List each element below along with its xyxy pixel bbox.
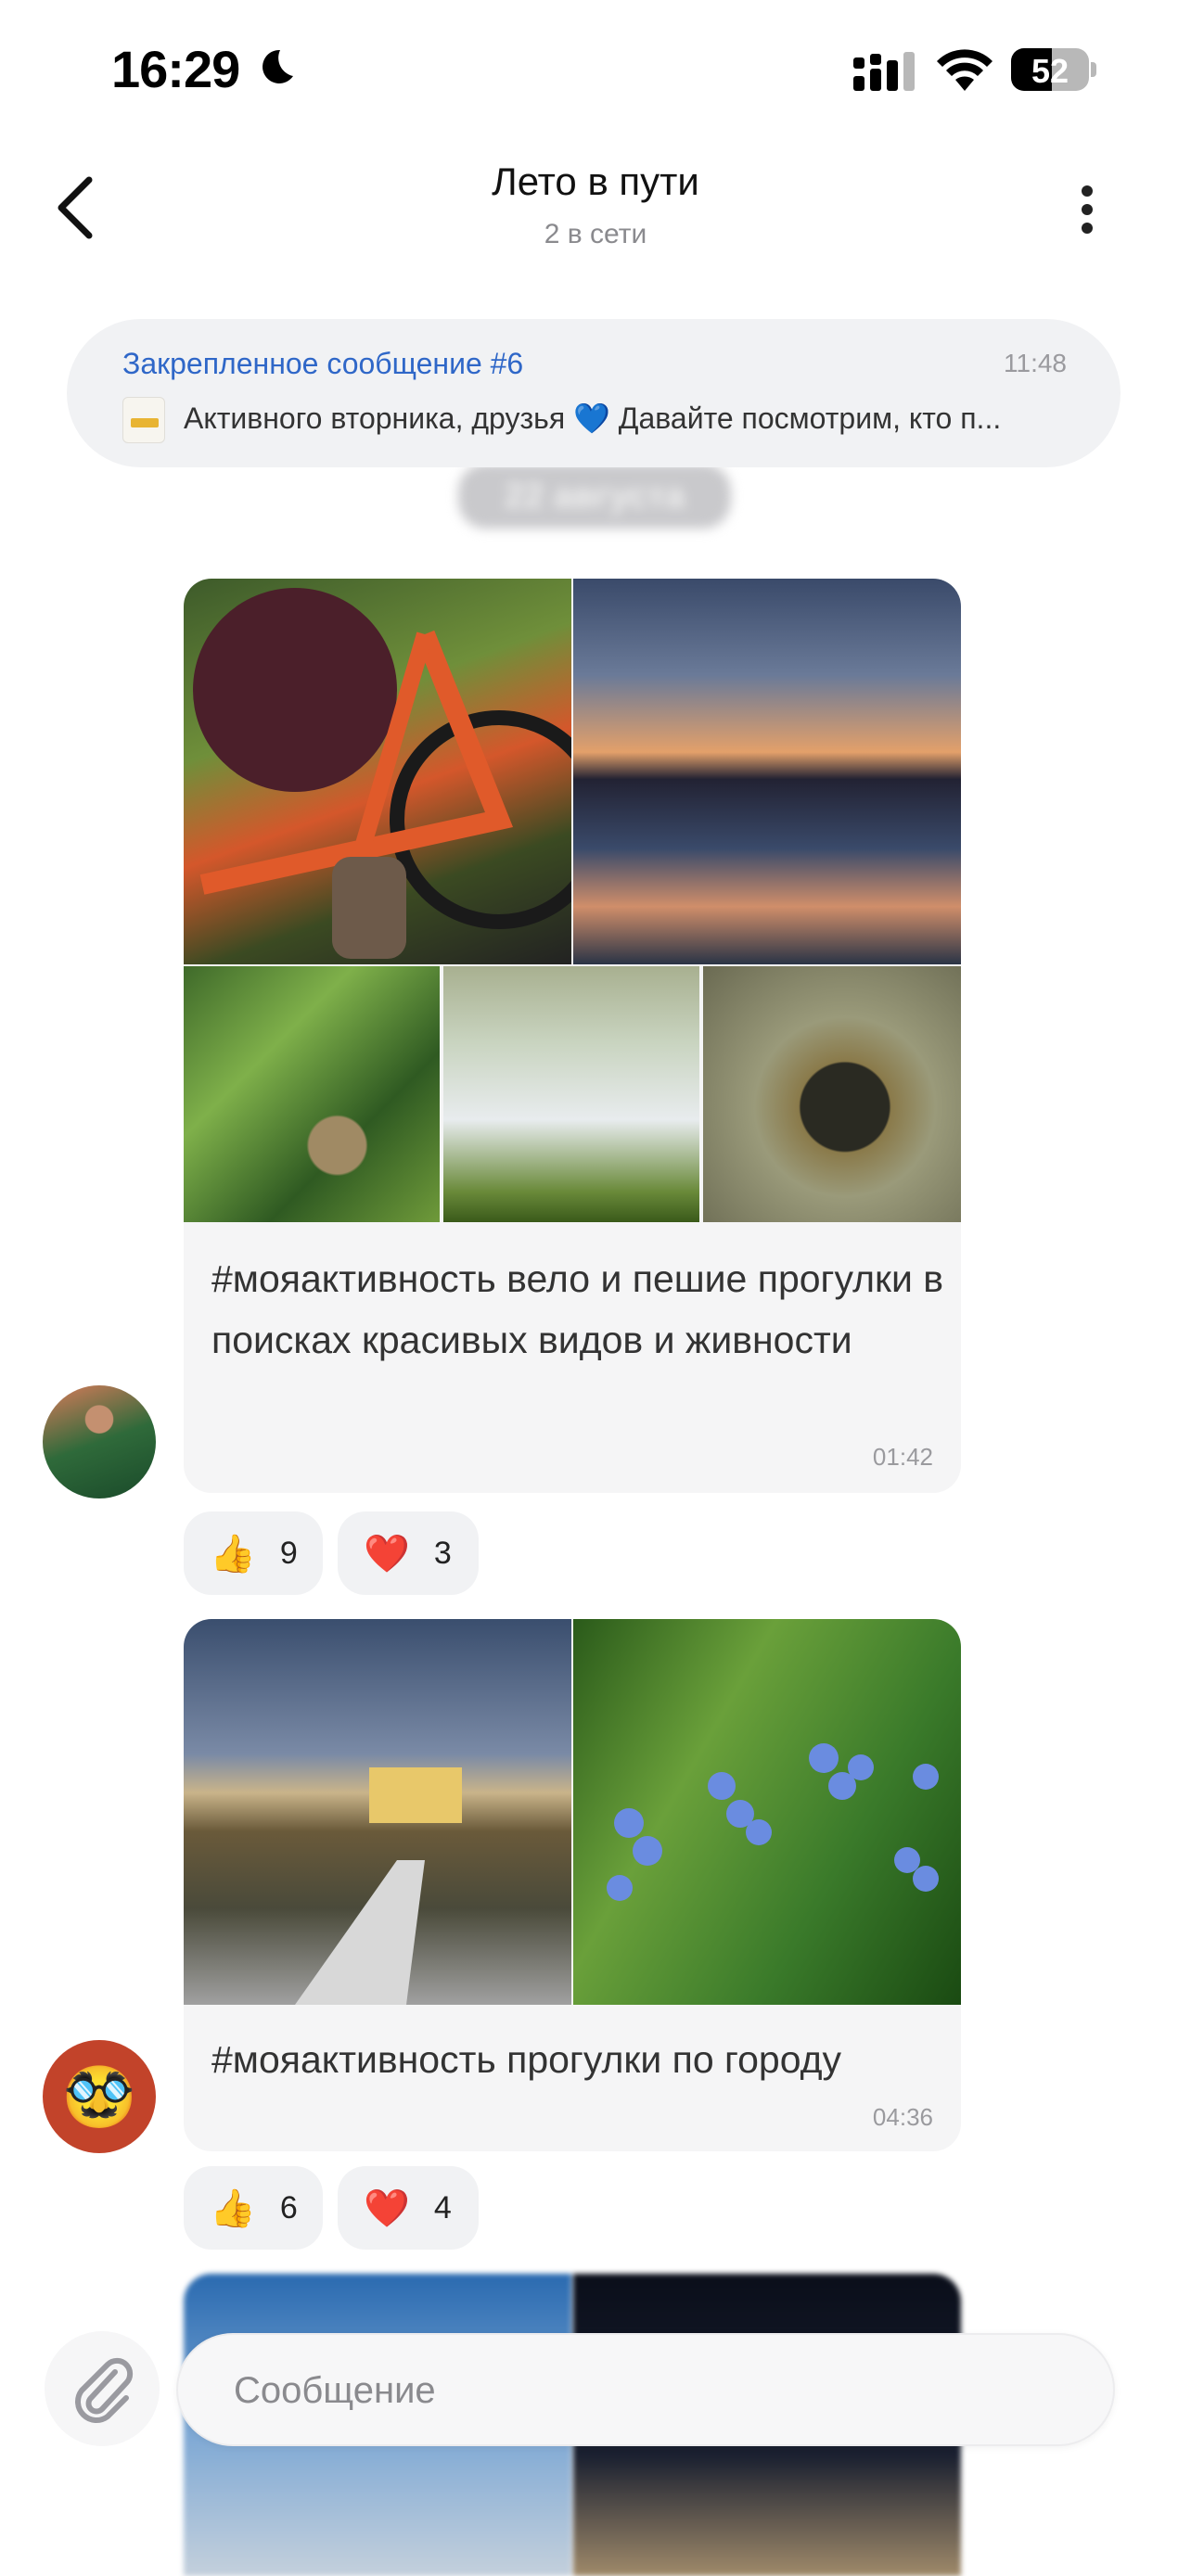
message-bubble[interactable]: #мояактивность вело и пешие прогулки в п… [184,579,961,1493]
photo-bicycle[interactable] [184,579,571,964]
photo-city-evening[interactable] [184,1619,571,2005]
reaction-like[interactable]: 👍 6 [184,2166,323,2250]
reaction-count: 9 [279,1535,298,1571]
reaction-count: 3 [433,1535,452,1571]
reaction-count: 4 [433,2189,452,2225]
photo-chipmunk[interactable] [184,966,440,1222]
message-text: #мояактивность вело и пешие прогулки в п… [211,1257,944,1361]
reaction-heart[interactable]: ❤️ 3 [338,1511,479,1595]
battery-indicator: 52 [1011,48,1098,91]
moon-icon [263,49,293,83]
pinned-message-banner[interactable]: Закрепленное сообщение #6 11:48 Активног… [67,319,1121,467]
pinned-time: 11:48 [1004,349,1067,377]
photo-ducks[interactable] [443,966,699,1222]
message-input-placeholder: Сообщение [234,2370,436,2411]
more-vertical-icon[interactable] [1069,182,1106,237]
avatar[interactable]: 🥸 [43,2040,156,2153]
chat-title[interactable]: Лето в пути [0,159,1191,204]
reaction-heart[interactable]: ❤️ 4 [338,2166,479,2250]
online-count: 2 в сети [544,219,647,249]
reaction-like[interactable]: 👍 9 [184,1511,323,1595]
paperclip-icon [75,2357,134,2423]
thumbs-up-icon: 👍 [210,1533,256,1575]
message-text: #мояактивность прогулки по городу [211,2038,842,2081]
avatar[interactable] [43,1385,156,1498]
message-time: 01:42 [872,1443,933,1471]
cellular-signal-icon [853,52,915,91]
battery-percent: 52 [1031,52,1069,90]
photo-sunset-lake[interactable] [573,579,961,964]
date-divider: 22 августа [458,464,731,529]
message-input[interactable]: Сообщение [176,2333,1115,2446]
attach-button[interactable] [45,2331,160,2446]
status-time: 16:29 [111,40,240,98]
thumbs-up-icon: 👍 [210,2187,256,2229]
pinned-text: Активного вторника, друзья 💙 Давайте пос… [184,402,1002,435]
disguise-face-icon: 🥸 [62,2062,136,2130]
message-bubble[interactable]: #мояактивность прогулки по городу 04:36 [184,1619,961,2151]
pinned-thumbnail [122,397,165,443]
message-time: 04:36 [872,2103,933,2131]
heart-icon: ❤️ [364,2187,410,2229]
photo-turtles[interactable] [703,966,961,1222]
reaction-count: 6 [279,2189,298,2225]
pinned-title: Закрепленное сообщение #6 [122,347,524,380]
photo-bluebells[interactable] [573,1619,961,2005]
wifi-icon [937,49,992,91]
heart-icon: ❤️ [364,1533,410,1575]
